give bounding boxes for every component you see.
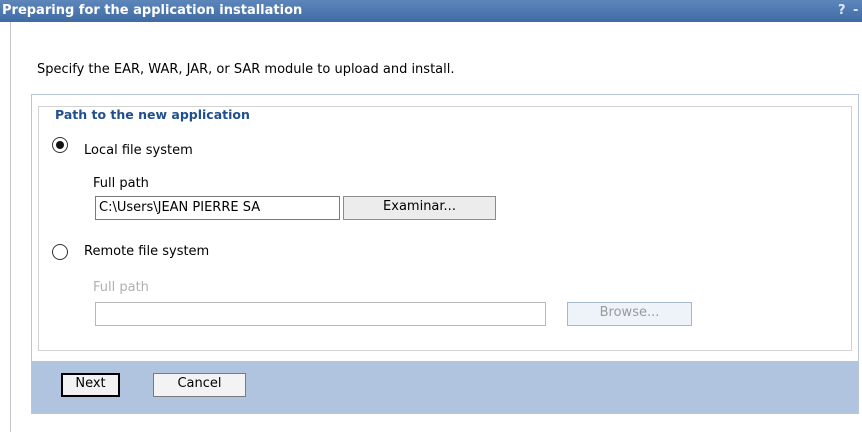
local-full-path-input[interactable]: C:\Users\JEAN PIERRE SA: [95, 196, 340, 220]
radio-selected-dot: [56, 141, 64, 149]
help-icon[interactable]: ?: [838, 0, 846, 22]
local-file-system-label[interactable]: Local file system: [84, 143, 193, 158]
cancel-button[interactable]: Cancel: [153, 373, 246, 397]
path-legend: Path to the new application: [50, 107, 255, 122]
local-full-path-label: Full path: [93, 176, 149, 191]
left-divider: [10, 22, 11, 432]
next-button[interactable]: Next: [61, 373, 120, 397]
remote-full-path-input[interactable]: [95, 302, 546, 326]
remote-file-system-label[interactable]: Remote file system: [84, 244, 209, 259]
window-title: Preparing for the application installati…: [2, 3, 303, 18]
title-bar: Preparing for the application installati…: [0, 0, 862, 22]
minimize-icon[interactable]: -: [853, 0, 858, 22]
examinar-button[interactable]: Examinar...: [343, 196, 496, 220]
instruction-text: Specify the EAR, WAR, JAR, or SAR module…: [37, 62, 455, 77]
browse-button[interactable]: Browse...: [567, 302, 692, 326]
remote-full-path-label: Full path: [93, 280, 149, 295]
remote-file-system-radio[interactable]: [52, 244, 68, 260]
local-file-system-radio[interactable]: [52, 137, 68, 153]
